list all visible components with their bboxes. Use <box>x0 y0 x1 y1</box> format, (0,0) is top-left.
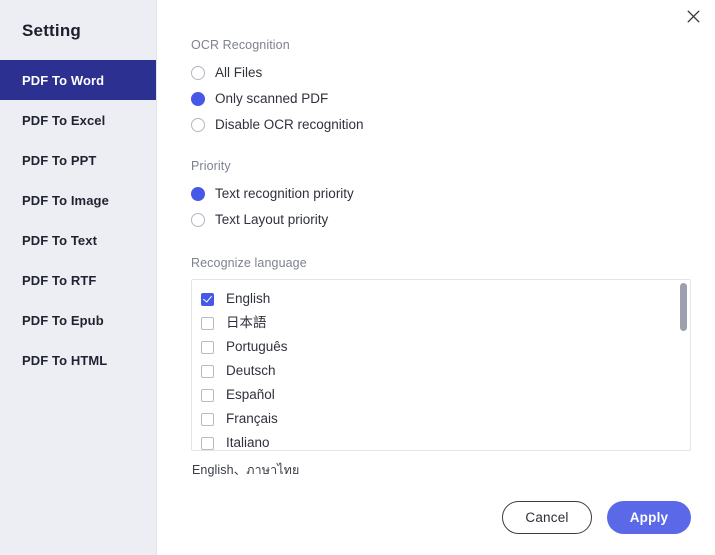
selected-languages-summary: English、ภาษาไทย <box>192 463 300 477</box>
radio-label: Only scanned PDF <box>215 91 329 106</box>
radio-label: Text recognition priority <box>215 186 354 201</box>
radio-label: Text Layout priority <box>215 212 329 227</box>
sidebar-item-label: PDF To Epub <box>22 312 104 328</box>
language-item-deutsch[interactable]: Deutsch <box>192 359 690 383</box>
language-item-english[interactable]: English <box>192 287 690 311</box>
close-button[interactable] <box>680 3 706 29</box>
sidebar-item-pdf-to-excel[interactable]: PDF To Excel <box>0 100 156 140</box>
sidebar-item-pdf-to-image[interactable]: PDF To Image <box>0 180 156 220</box>
apply-button-label: Apply <box>629 510 669 525</box>
radio-only-scanned-pdf[interactable]: Only scanned PDF <box>191 87 691 111</box>
checkbox <box>201 364 214 378</box>
close-icon <box>687 10 700 23</box>
ocr-section-label: OCR Recognition <box>191 38 290 52</box>
sidebar-item-label: PDF To HTML <box>22 352 108 368</box>
checkbox <box>201 340 214 354</box>
radio-indicator <box>191 66 205 80</box>
radio-indicator-selected <box>191 187 205 201</box>
main-panel: OCR Recognition All Files Only scanned P… <box>157 0 715 555</box>
language-item-francais[interactable]: Français <box>192 407 690 431</box>
radio-text-layout-priority[interactable]: Text Layout priority <box>191 208 691 232</box>
language-label: Português <box>226 339 288 354</box>
language-item-portuguese[interactable]: Português <box>192 335 690 359</box>
settings-content: OCR Recognition All Files Only scanned P… <box>157 0 715 480</box>
checkbox <box>201 316 214 330</box>
priority-section-label: Priority <box>191 159 231 173</box>
sidebar-item-label: PDF To Excel <box>22 112 106 128</box>
radio-indicator-selected <box>191 92 205 106</box>
sidebar-item-pdf-to-word[interactable]: PDF To Word <box>0 60 156 100</box>
language-item-espanol[interactable]: Español <box>192 383 690 407</box>
sidebar-nav-list: PDF To Word PDF To Excel PDF To PPT PDF … <box>0 60 156 380</box>
sidebar-item-pdf-to-rtf[interactable]: PDF To RTF <box>0 260 156 300</box>
language-label: English <box>226 291 271 306</box>
priority-section: Priority Text recognition priority Text … <box>191 159 691 232</box>
checkbox <box>201 436 214 450</box>
sidebar-item-label: PDF To Word <box>22 72 105 88</box>
language-label: Français <box>226 411 278 426</box>
sidebar-item-pdf-to-epub[interactable]: PDF To Epub <box>0 300 156 340</box>
cancel-button-label: Cancel <box>525 510 569 525</box>
language-label: Español <box>226 387 275 402</box>
language-label: Deutsch <box>226 363 276 378</box>
language-listbox[interactable]: English 日本語 Português Deutsch Español Fr… <box>191 279 691 451</box>
language-item-japanese[interactable]: 日本語 <box>192 311 690 335</box>
checkbox <box>201 412 214 426</box>
language-list-scrollbar[interactable] <box>680 283 687 449</box>
settings-dialog: Setting PDF To Word PDF To Excel PDF To … <box>0 0 715 555</box>
language-section-label: Recognize language <box>191 256 307 270</box>
scrollbar-thumb[interactable] <box>680 283 687 331</box>
recognize-language-section: Recognize language English 日本語 Português <box>191 256 691 480</box>
sidebar-item-pdf-to-html[interactable]: PDF To HTML <box>0 340 156 380</box>
ocr-recognition-section: OCR Recognition All Files Only scanned P… <box>191 38 691 137</box>
radio-all-files[interactable]: All Files <box>191 61 691 85</box>
radio-label: Disable OCR recognition <box>215 117 364 132</box>
radio-indicator <box>191 213 205 227</box>
sidebar-item-label: PDF To RTF <box>22 272 97 288</box>
language-label: 日本語 <box>226 315 267 330</box>
sidebar-item-label: PDF To Image <box>22 192 109 208</box>
radio-disable-ocr-recognition[interactable]: Disable OCR recognition <box>191 113 691 137</box>
radio-indicator <box>191 118 205 132</box>
radio-text-recognition-priority[interactable]: Text recognition priority <box>191 182 691 206</box>
language-label: Italiano <box>226 435 270 450</box>
sidebar-item-pdf-to-text[interactable]: PDF To Text <box>0 220 156 260</box>
sidebar-item-label: PDF To PPT <box>22 152 97 168</box>
checkbox-checked <box>201 292 214 306</box>
apply-button[interactable]: Apply <box>607 501 691 534</box>
language-item-italiano[interactable]: Italiano <box>192 431 690 450</box>
page-title: Setting <box>22 21 82 40</box>
sidebar-item-pdf-to-ppt[interactable]: PDF To PPT <box>0 140 156 180</box>
radio-label: All Files <box>215 65 263 80</box>
sidebar-item-label: PDF To Text <box>22 232 98 248</box>
dialog-footer: Cancel Apply <box>502 501 691 534</box>
sidebar: Setting PDF To Word PDF To Excel PDF To … <box>0 0 157 555</box>
cancel-button[interactable]: Cancel <box>502 501 592 534</box>
checkbox <box>201 388 214 402</box>
